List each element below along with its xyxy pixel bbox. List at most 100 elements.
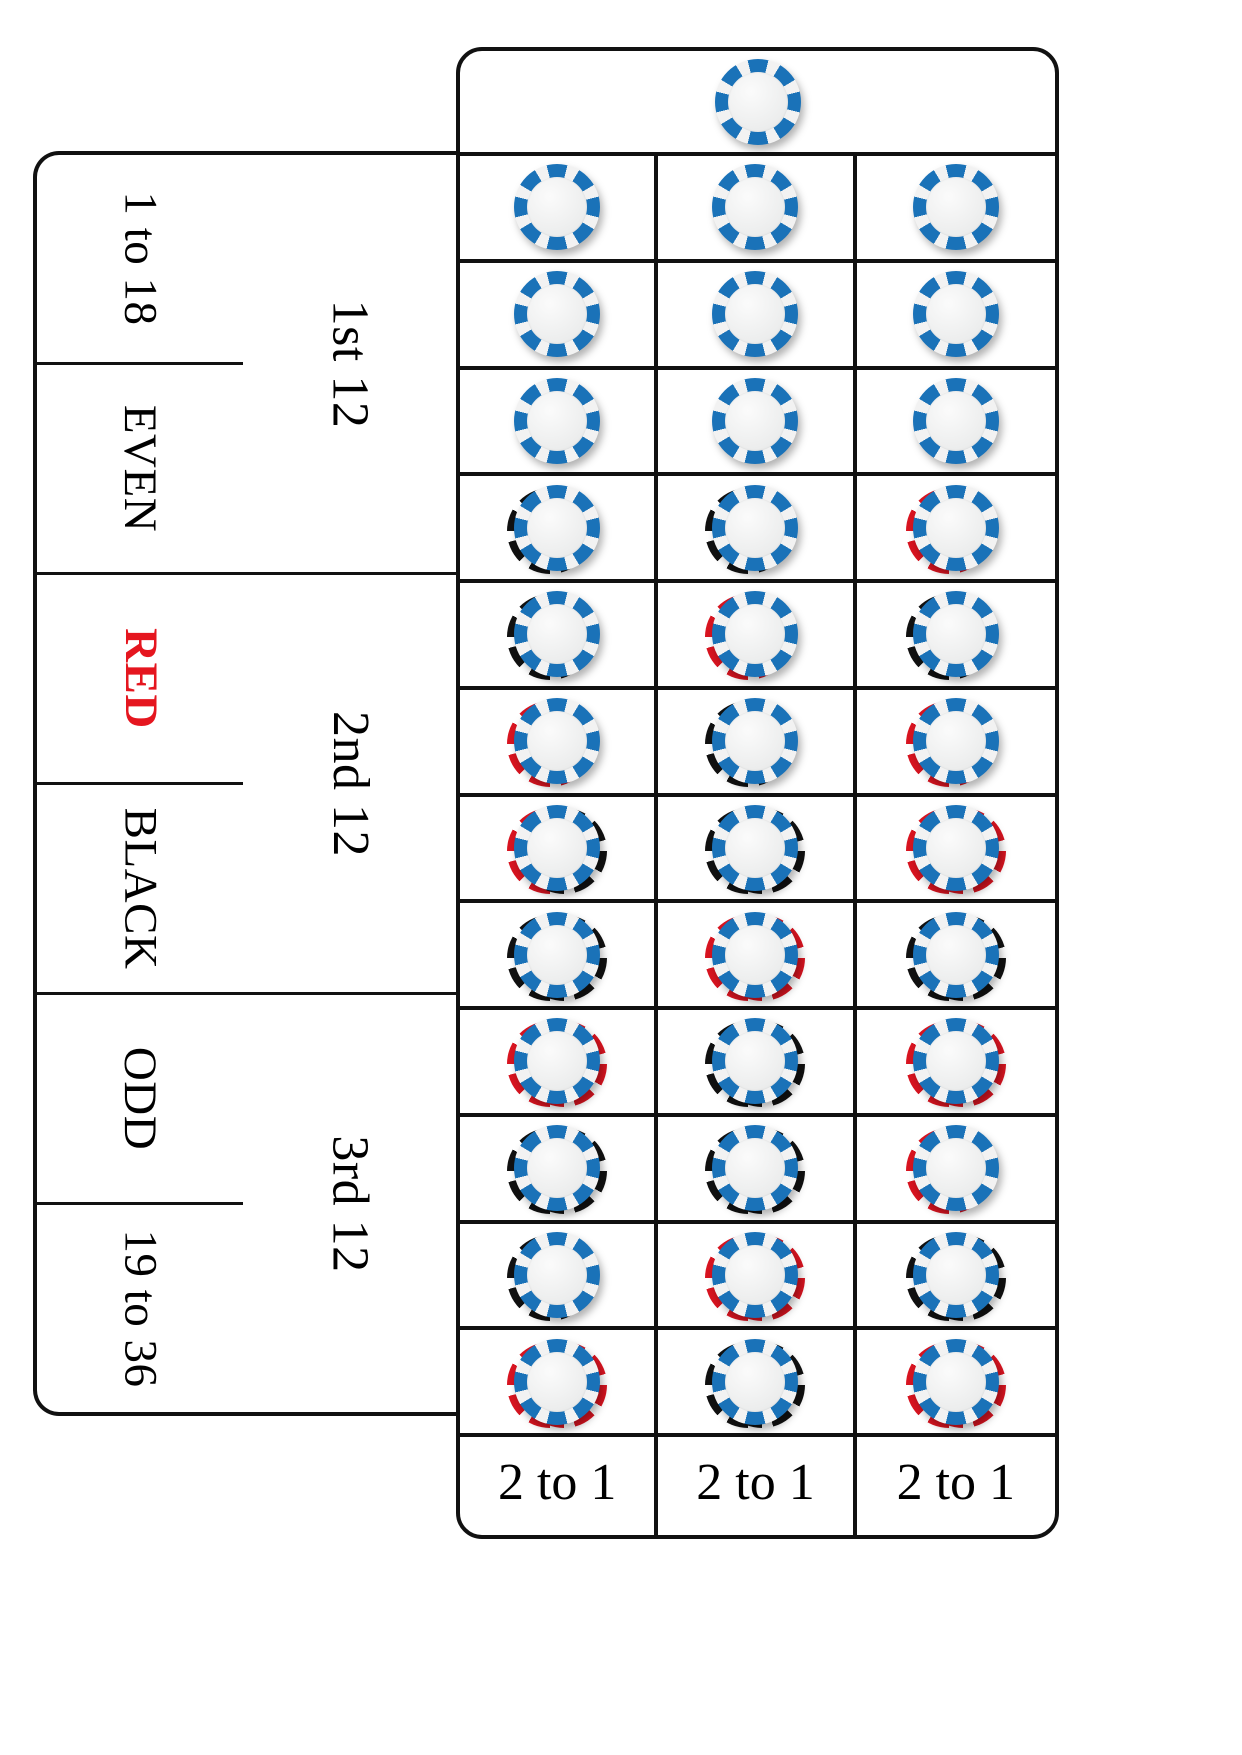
chip-stack[interactable] [705, 1334, 806, 1430]
chip-stack[interactable] [908, 266, 1004, 362]
number-cell[interactable] [856, 690, 1055, 797]
number-cell[interactable] [460, 796, 659, 904]
chip-stack[interactable] [507, 1334, 608, 1430]
dozen-bet-1st-12[interactable]: 1st 12 [243, 155, 456, 575]
chip-top-blue [912, 1338, 999, 1425]
chip-stack[interactable] [705, 1227, 806, 1323]
number-cell[interactable] [856, 156, 1055, 263]
outside-bet-label: ODD [114, 1046, 167, 1151]
number-cell[interactable] [658, 476, 857, 583]
chip-stack[interactable] [705, 1120, 806, 1216]
number-cell[interactable] [658, 796, 857, 904]
number-cell[interactable] [856, 903, 1055, 1010]
number-cell[interactable] [460, 903, 659, 1010]
outside-bet-even[interactable]: EVEN [37, 365, 243, 575]
chip-stack[interactable] [707, 159, 803, 255]
chip-stack[interactable] [705, 480, 803, 576]
number-cell[interactable] [658, 1010, 857, 1117]
number-cell[interactable] [460, 689, 659, 797]
chip-stack[interactable] [705, 1013, 806, 1109]
chip-stack[interactable] [507, 480, 605, 576]
number-cell[interactable] [460, 156, 659, 263]
chip-top-blue [514, 484, 601, 571]
chip-stack[interactable] [905, 1013, 1006, 1109]
number-cell[interactable] [856, 1224, 1055, 1331]
number-cell[interactable] [658, 1116, 857, 1224]
dozen-bet-2nd-12[interactable]: 2nd 12 [243, 575, 456, 995]
column-bet-2-to-1[interactable]: 2 to 1 [857, 1429, 1055, 1535]
outside-bet-1-to-18[interactable]: 1 to 18 [37, 155, 243, 365]
chip-stack[interactable] [905, 1227, 1006, 1323]
column-bet-2-to-1[interactable]: 2 to 1 [658, 1429, 857, 1535]
chip-stack[interactable] [507, 693, 605, 789]
number-cell[interactable] [460, 476, 659, 583]
dozen-bet-3rd-12[interactable]: 3rd 12 [243, 995, 456, 1412]
number-cell[interactable] [460, 1223, 659, 1331]
column-bet-2-to-1[interactable]: 2 to 1 [460, 1429, 659, 1535]
chip-top-blue [912, 1231, 999, 1318]
chip-face [725, 390, 786, 451]
chip-stack[interactable] [905, 907, 1006, 1003]
number-cell[interactable] [658, 1223, 857, 1331]
number-cell[interactable] [658, 583, 857, 690]
number-cell[interactable] [658, 1330, 857, 1437]
number-cell[interactable] [856, 476, 1055, 583]
chip-stack[interactable] [705, 586, 803, 682]
chip-stack[interactable] [905, 586, 1004, 682]
outside-bet-red[interactable]: RED [37, 575, 243, 785]
number-cell[interactable] [856, 1330, 1055, 1437]
number-cell[interactable] [856, 263, 1055, 370]
number-cell[interactable] [856, 797, 1055, 904]
column-bet-label: 2 to 1 [896, 1453, 1016, 1511]
chip-stack[interactable] [507, 586, 605, 682]
number-cell[interactable] [658, 262, 857, 370]
chip-stack[interactable] [905, 1334, 1006, 1430]
number-cell[interactable] [856, 1010, 1055, 1117]
number-cell[interactable] [658, 689, 857, 797]
chip-stack[interactable] [705, 800, 806, 896]
chip-stack[interactable] [507, 1013, 608, 1109]
number-cell[interactable] [460, 1116, 659, 1224]
roulette-board: 2 to 1 2 to 1 2 to 1 [456, 47, 1059, 1539]
chip-face [925, 1138, 986, 1199]
outside-bet-19-to-36[interactable]: 19 to 36 [37, 1205, 243, 1412]
number-cell[interactable] [460, 262, 659, 370]
chip-stack[interactable] [509, 373, 605, 469]
chip-stack[interactable] [905, 480, 1004, 576]
number-cell[interactable] [658, 156, 857, 263]
chip-stack[interactable] [705, 693, 803, 789]
chip-stack[interactable] [509, 159, 605, 255]
chip-stack[interactable] [905, 1120, 1004, 1216]
number-cell[interactable] [460, 1330, 659, 1437]
chip-stack[interactable] [507, 907, 608, 1003]
number-cell[interactable] [460, 1010, 659, 1117]
number-cell[interactable] [460, 369, 659, 477]
chip-stack[interactable] [705, 907, 806, 1003]
chip-stack[interactable] [908, 159, 1004, 255]
outside-bet-odd[interactable]: ODD [37, 995, 243, 1205]
number-cell[interactable] [856, 1117, 1055, 1224]
chip-stack[interactable] [507, 1120, 608, 1216]
chip-face [925, 497, 986, 558]
chip-stack[interactable] [905, 693, 1004, 789]
number-cell[interactable] [460, 583, 659, 690]
chip-top-blue [912, 1125, 999, 1212]
outside-bet-black[interactable]: BLACK [37, 785, 243, 995]
number-cell[interactable] [856, 583, 1055, 690]
chip-stack[interactable] [507, 1227, 605, 1323]
chip-stack[interactable] [905, 800, 1006, 896]
chip-stack[interactable] [707, 266, 803, 362]
number-cell[interactable] [658, 369, 857, 477]
chip-face [527, 390, 588, 451]
chip-face [725, 924, 786, 985]
number-cell[interactable] [658, 903, 857, 1010]
chip-stack[interactable] [707, 373, 803, 469]
chip-stack[interactable] [507, 800, 608, 896]
chip-stack[interactable] [710, 54, 806, 150]
chip-stack[interactable] [509, 266, 605, 362]
chip-top-blue [514, 377, 601, 464]
chip-top-blue [912, 164, 999, 251]
zero-cell[interactable] [460, 51, 1055, 156]
number-cell[interactable] [856, 370, 1055, 477]
chip-stack[interactable] [908, 373, 1004, 469]
